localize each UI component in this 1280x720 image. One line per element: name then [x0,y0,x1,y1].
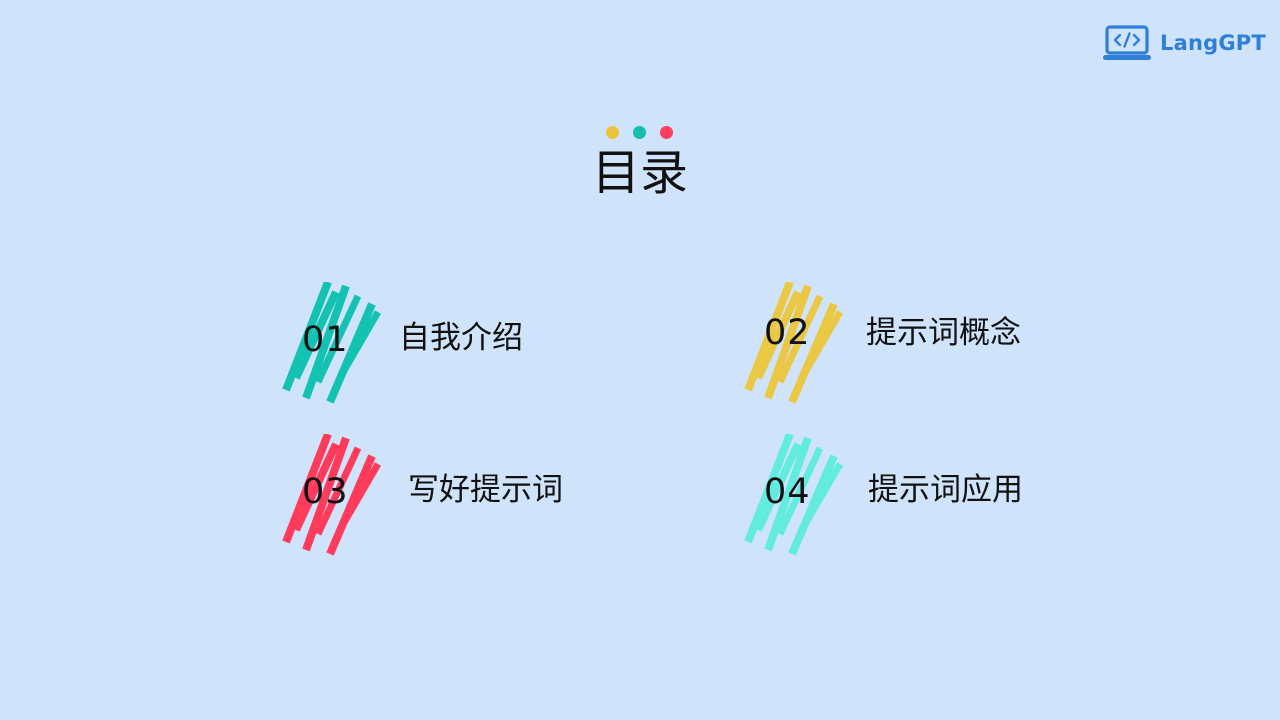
item-label: 提示词应用 [868,472,1023,508]
toc-item-04[interactable]: 04 提示词应用 [742,434,1162,558]
yellow-dot [606,126,619,139]
item-number: 03 [302,472,349,512]
page-title: 目录 [591,145,688,201]
toc-item-03[interactable]: 03 写好提示词 [280,434,700,558]
item-label: 自我介绍 [399,320,523,356]
item-number: 01 [302,320,349,360]
decorative-dots [606,126,687,139]
code-laptop-icon [1103,25,1151,60]
item-number: 02 [764,313,811,353]
toc-item-02[interactable]: 02 提示词概念 [742,282,1162,406]
item-number: 04 [764,472,811,512]
toc-item-01[interactable]: 01 自我介绍 [280,282,700,406]
langgpt-logo: LangGPT [1103,24,1266,62]
item-label: 写好提示词 [408,472,563,508]
red-dot [660,126,673,139]
teal-dot [633,126,646,139]
logo-text: LangGPT [1160,31,1266,55]
item-label: 提示词概念 [866,315,1021,351]
